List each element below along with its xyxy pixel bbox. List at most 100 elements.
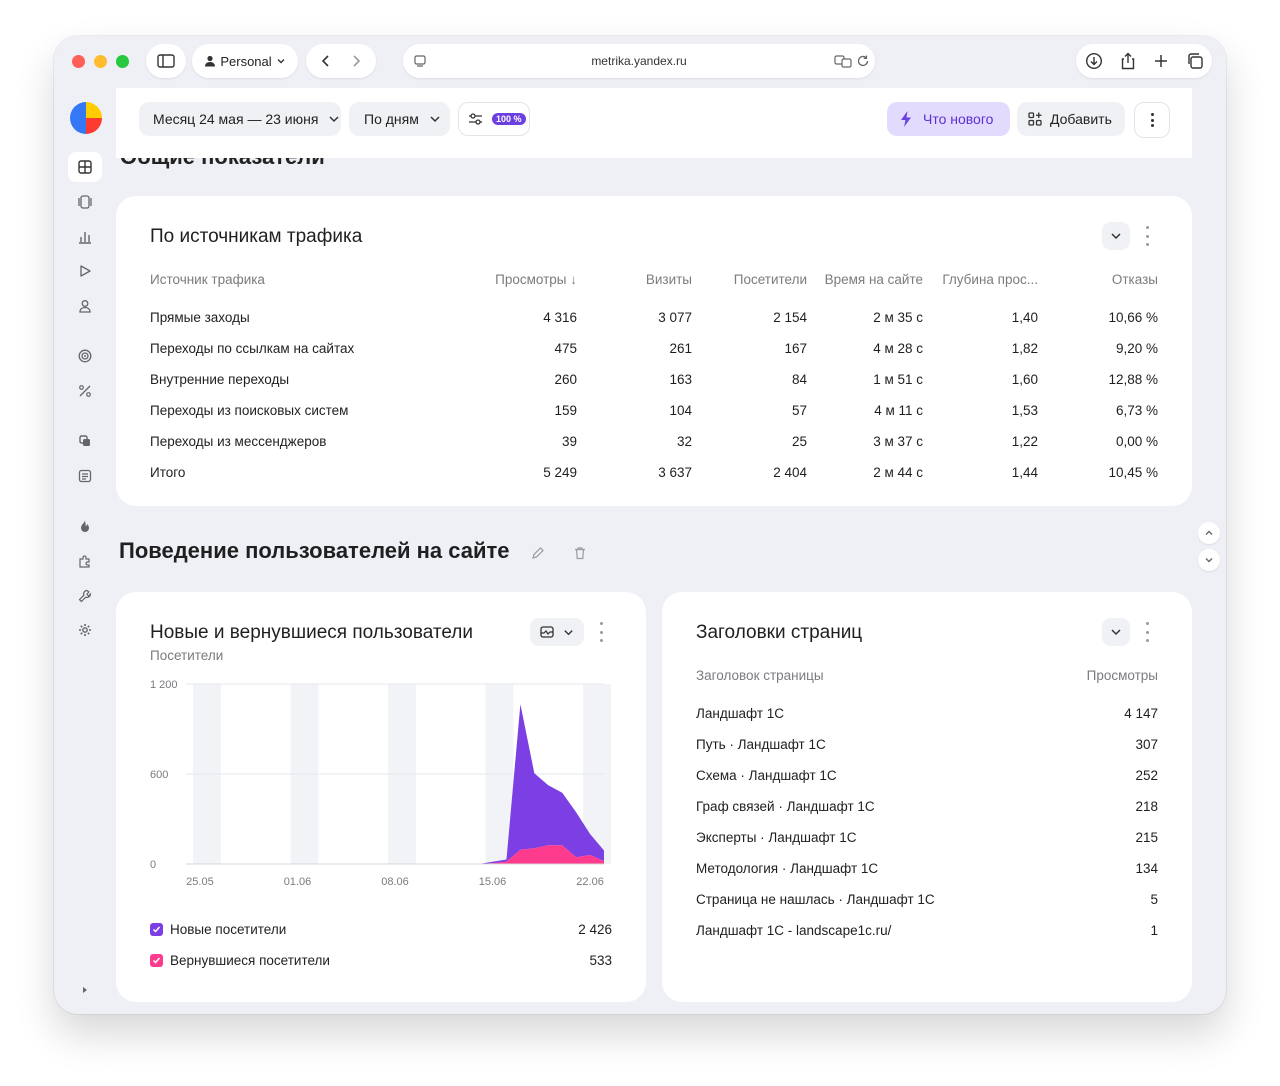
nav-audience[interactable] [68,291,102,321]
sampling-button[interactable]: 100 % [458,102,530,136]
nav-integrations[interactable] [68,546,102,576]
cell-bounce: 10,66 % [1108,310,1158,325]
table-row[interactable]: Граф связей · Ландшафт 1С 218 [696,791,1158,822]
nav-expand[interactable] [68,975,102,1005]
trash-icon[interactable] [573,546,587,560]
left-navigation [54,88,116,1014]
legend-new-visitors[interactable]: Новые посетители 2 426 [150,918,612,940]
edit-pencil-icon[interactable] [531,546,545,560]
table-row[interactable]: Переходы из поисковых систем 159 104 57 … [150,395,1158,426]
minimize-window-button[interactable] [94,55,107,68]
grouping-select[interactable]: По дням [349,102,450,136]
chevron-down-icon [329,116,339,123]
scroll-up-button[interactable] [1198,522,1220,544]
cell-visitors: 57 [791,403,807,418]
traffic-card-title: По источникам трафика [150,226,363,247]
tabs-overview-icon[interactable] [1186,52,1204,70]
chevron-up-icon [1205,530,1213,535]
back-arrow-icon[interactable] [318,53,334,69]
share-icon[interactable] [1120,52,1136,70]
x-tick-label: 08.06 [381,876,409,888]
column-header-depth[interactable]: Глубина прос... [923,272,1038,302]
cell-bounce: 10,45 % [1108,465,1158,480]
metrika-logo[interactable] [70,102,102,134]
user-icon [79,300,91,313]
page-titles-collapse-button[interactable] [1102,618,1130,646]
reload-icon[interactable] [856,54,870,68]
nav-summary[interactable] [68,187,102,217]
nav-tools[interactable] [68,581,102,611]
download-icon[interactable] [1085,52,1103,70]
cell-bounce: 0,00 % [1115,434,1158,449]
traffic-card-collapse-button[interactable] [1102,222,1130,250]
profile-button[interactable]: Personal [192,44,298,78]
traffic-card-menu-icon[interactable] [1142,226,1152,246]
sidebar-icon [157,54,175,68]
close-window-button[interactable] [72,55,85,68]
sidebar-toggle-button[interactable] [146,44,186,78]
cell-time: 4 м 28 с [873,341,923,356]
table-row[interactable]: Ландшафт 1С 4 147 [696,698,1158,729]
column-header-visits[interactable]: Визиты [577,272,692,302]
nav-webvisor[interactable] [68,256,102,286]
cell-visits: 3 637 [658,465,692,480]
person-icon [205,55,216,67]
table-row[interactable]: Путь · Ландшафт 1С 307 [696,729,1158,760]
table-row[interactable]: Схема · Ландшафт 1С 252 [696,760,1158,791]
chart-type-select[interactable] [530,618,584,646]
table-row[interactable]: Страница не нашлась · Ландшафт 1С 5 [696,884,1158,915]
nav-goals[interactable] [68,341,102,371]
cell-depth: 1,40 [1011,310,1038,325]
report-header: Месяц 24 мая — 23 июня По дням 100 % Что… [116,88,1192,158]
nav-reports[interactable] [68,222,102,252]
more-options-button[interactable] [1134,102,1170,138]
forward-arrow-icon[interactable] [348,53,364,69]
users-chart-menu-icon[interactable] [596,622,606,642]
table-row[interactable]: Переходы по ссылкам на сайтах 475 261 16… [150,333,1158,364]
nav-ecommerce[interactable] [68,376,102,406]
nav-dashboard[interactable] [68,152,102,182]
play-icon [80,265,91,277]
table-row[interactable]: Методология · Ландшафт 1С 134 [696,853,1158,884]
scroll-down-button[interactable] [1198,549,1220,571]
table-row[interactable]: Переходы из мессенджеров 39 32 25 3 м 37… [150,426,1158,457]
column-header-source[interactable]: Источник трафика [150,272,440,302]
column-header-page-title[interactable]: Заголовок страницы [696,668,1052,698]
add-widget-icon [1028,112,1042,126]
column-header-time-on-site[interactable]: Время на сайте [807,272,923,302]
table-total-row: Итого 5 249 3 637 2 404 2 м 44 с 1,44 10… [150,457,1158,488]
cell-depth: 1,82 [1011,341,1038,356]
legend-returning-visitors[interactable]: Вернувшиеся посетители 533 [150,949,612,971]
translate-icon[interactable] [834,54,852,68]
x-tick-label: 22.06 [576,876,604,888]
add-widget-button[interactable]: Добавить [1017,102,1125,136]
cell-bounce: 9,20 % [1115,341,1158,356]
new-tab-icon[interactable] [1153,53,1169,69]
whats-new-button[interactable]: Что нового [887,102,1010,136]
nav-segments[interactable] [68,426,102,456]
nav-logs[interactable] [68,461,102,491]
column-header-visitors[interactable]: Посетители [692,272,807,302]
table-row[interactable]: Эксперты · Ландшафт 1С 215 [696,822,1158,853]
section-title-general: Общие показатели [120,158,520,170]
add-widget-label: Добавить [1050,111,1112,127]
column-header-bounce[interactable]: Отказы [1038,272,1158,302]
column-header-pageviews[interactable]: Просмотры ↓ [440,272,577,302]
table-row[interactable]: Прямые заходы 4 316 3 077 2 154 2 м 35 с… [150,302,1158,333]
maximize-window-button[interactable] [116,55,129,68]
cell-page-title: Граф связей · Ландшафт 1С [696,799,875,814]
table-row[interactable]: Внутренние переходы 260 163 84 1 м 51 с … [150,364,1158,395]
nav-settings[interactable] [68,615,102,645]
page-titles-menu-icon[interactable] [1142,622,1152,642]
date-range-select[interactable]: Месяц 24 мая — 23 июня [139,102,341,136]
checkbox-checked-icon[interactable] [150,953,163,967]
flame-icon [81,520,89,532]
column-header-pageviews[interactable]: Просмотры [1052,668,1158,698]
address-bar[interactable]: metrika.yandex.ru [403,44,875,78]
cell-depth: 1,53 [1011,403,1038,418]
checkbox-checked-icon[interactable] [150,922,163,936]
nav-heatmaps[interactable] [68,511,102,541]
traffic-table-header: Источник трафика Просмотры ↓ Визиты Посе… [150,272,1158,302]
table-row[interactable]: Ландшафт 1С - landscape1c.ru/1 [696,915,1158,946]
cell-pageviews: 218 [1135,799,1158,814]
